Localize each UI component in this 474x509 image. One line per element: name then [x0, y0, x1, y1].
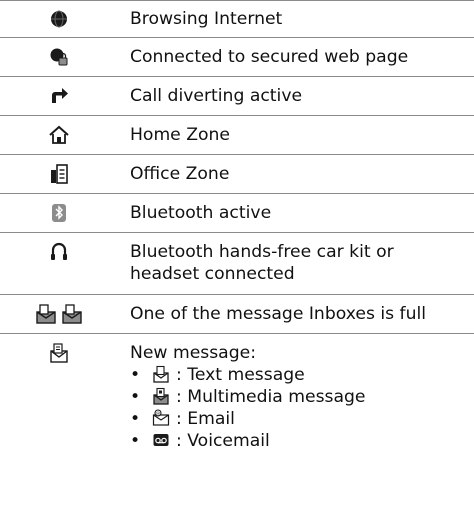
- row-label-line-1: Bluetooth hands-free car kit or: [130, 242, 394, 262]
- bluetooth-icon: [48, 202, 70, 224]
- sub-item-label: : Voicemail: [176, 431, 270, 451]
- svg-text:@: @: [156, 411, 161, 417]
- call-divert-icon: [48, 85, 70, 107]
- sub-item-label: : Multimedia message: [176, 387, 366, 407]
- row-label: Office Zone: [130, 164, 230, 184]
- table-row: Call diverting active: [0, 76, 474, 115]
- row-label-line-2: headset connected: [130, 264, 295, 284]
- office-icon: [48, 163, 70, 185]
- text-message-icon: [152, 365, 170, 383]
- multimedia-message-icon: [152, 387, 170, 405]
- sub-item-label: : Email: [176, 409, 235, 429]
- inbox-full-icon: [35, 303, 57, 325]
- bullet: •: [130, 431, 141, 451]
- bullet: •: [130, 409, 141, 429]
- table-row: Bluetooth hands-free car kit or headset …: [0, 232, 474, 294]
- table-row: Browsing Internet: [0, 0, 474, 37]
- row-label: Bluetooth active: [130, 203, 272, 223]
- bullet: •: [130, 365, 141, 385]
- table-row: New message: • : Text message • : Multim…: [0, 333, 474, 466]
- row-label: One of the message Inboxes is full: [130, 304, 427, 324]
- list-item: • : Voicemail: [130, 430, 474, 452]
- row-label: New message:: [130, 343, 256, 363]
- table-row: Connected to secured web page: [0, 37, 474, 76]
- list-item: • : Text message: [130, 364, 474, 386]
- email-icon: @: [152, 409, 170, 427]
- row-label: Call diverting active: [130, 86, 303, 106]
- new-message-icon: [48, 342, 70, 364]
- status-icon-table: Browsing Internet Connected to secured w…: [0, 0, 474, 466]
- voicemail-icon: [152, 431, 170, 449]
- list-item: • @ : Email: [130, 408, 474, 430]
- headset-icon: [48, 241, 70, 263]
- globe-icon: [48, 8, 70, 30]
- secure-globe-icon: [48, 46, 70, 68]
- table-row: Bluetooth active: [0, 193, 474, 232]
- table-row: Home Zone: [0, 115, 474, 154]
- row-label: Browsing Internet: [130, 9, 283, 29]
- inbox-full-icon: [61, 303, 83, 325]
- list-item: • : Multimedia message: [130, 386, 474, 408]
- row-label: Home Zone: [130, 125, 230, 145]
- sub-list: • : Text message • : Multimedia message …: [130, 364, 474, 452]
- table-row: One of the message Inboxes is full: [0, 294, 474, 333]
- bullet: •: [130, 387, 141, 407]
- row-label: Connected to secured web page: [130, 47, 409, 67]
- table-row: Office Zone: [0, 154, 474, 193]
- sub-item-label: : Text message: [176, 365, 305, 385]
- home-icon: [48, 124, 70, 146]
